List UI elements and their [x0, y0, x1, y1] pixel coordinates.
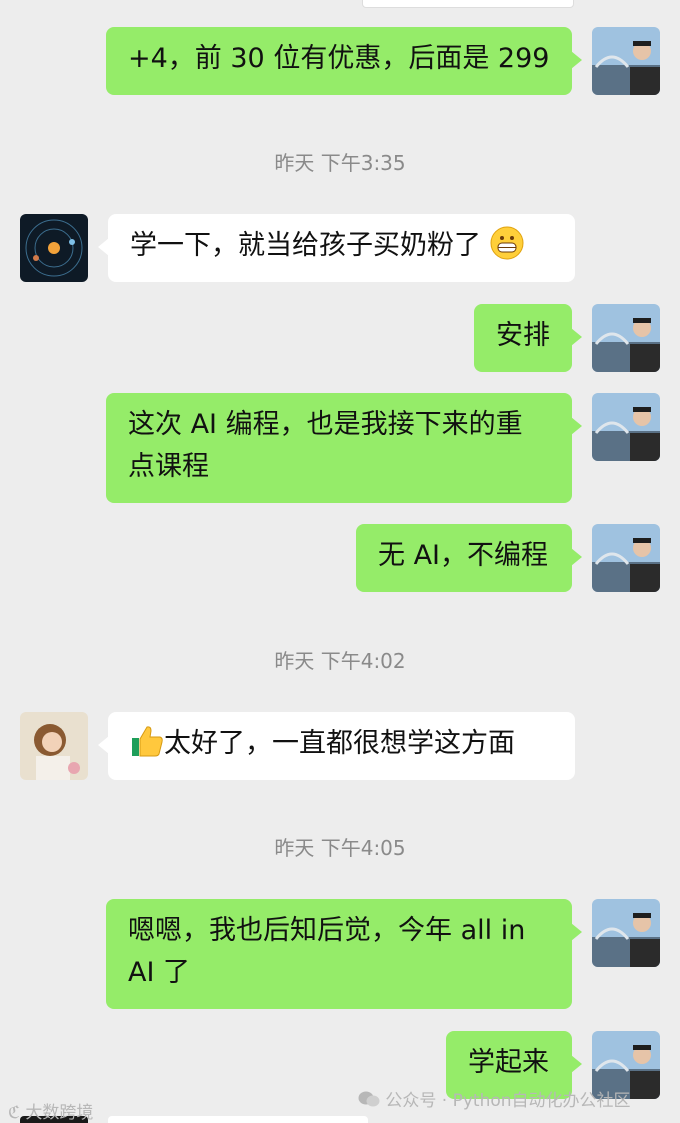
message-text: 学一下，就当给孩子买奶粉了	[130, 230, 481, 261]
chat-bubble-incoming[interactable]: 学一下，就当给孩子买奶粉了	[98, 214, 575, 282]
message-text: 学起来	[468, 1047, 549, 1078]
wechat-official-account-icon	[358, 1091, 385, 1111]
message-text-line: AI 了	[128, 957, 191, 988]
watermark-right-text: 公众号 · Python自动化办公社区	[385, 1091, 631, 1111]
user-photo-icon	[592, 524, 660, 592]
user-photo-icon	[592, 899, 660, 967]
my-avatar[interactable]	[592, 899, 660, 967]
message-text: 无 AI，不编程	[378, 540, 549, 571]
grinning-face-emoji	[490, 226, 524, 260]
my-avatar[interactable]	[592, 304, 660, 372]
message-text: 太好了，一直都很想学这方面	[164, 728, 515, 759]
my-avatar[interactable]	[592, 393, 660, 461]
contact-avatar-girl[interactable]	[20, 712, 88, 780]
user-photo-icon	[592, 304, 660, 372]
watermark-right: 公众号 · Python自动化办公社区	[358, 1086, 631, 1111]
chat-bubble-outgoing[interactable]: 这次 AI 编程，也是我接下来的重 点课程	[106, 393, 582, 503]
user-photo-icon	[592, 393, 660, 461]
timestamp: 昨天 下午4:05	[274, 836, 406, 860]
user-photo-icon	[592, 27, 660, 95]
timestamp: 昨天 下午4:02	[274, 649, 406, 673]
message-text: 安排	[496, 320, 550, 351]
solar-system-icon	[20, 214, 88, 282]
timestamp: 昨天 下午3:35	[274, 151, 406, 175]
my-avatar[interactable]	[592, 27, 660, 95]
my-avatar[interactable]	[592, 524, 660, 592]
message-text-line: 这次 AI 编程，也是我接下来的重	[128, 409, 523, 440]
chat-bubble-outgoing[interactable]: 无 AI，不编程	[356, 524, 582, 592]
chat-bubble-outgoing[interactable]: 安排	[474, 304, 582, 372]
contact-avatar-planets[interactable]	[20, 214, 88, 282]
watermark-logo-icon: ℭ	[8, 1103, 20, 1123]
girl-portrait-icon	[20, 712, 88, 780]
message-text: +4，前 30 位有优惠，后面是 299	[128, 43, 550, 74]
chat-bubble-outgoing[interactable]: 嗯嗯，我也后知后觉，今年 all in AI 了	[106, 899, 582, 1009]
thumbs-up-emoji	[130, 724, 164, 758]
chat-bubble-incoming[interactable]: 太好了，一直都很想学这方面	[98, 712, 575, 780]
watermark-left: ℭ 大数跨境	[8, 1098, 93, 1123]
previous-message-edge	[362, 0, 574, 8]
next-message-edge	[108, 1116, 368, 1123]
watermark-left-text: 大数跨境	[25, 1103, 94, 1123]
message-text-line: 点课程	[128, 451, 209, 482]
message-text-line: 嗯嗯，我也后知后觉，今年 all in	[128, 915, 526, 946]
chat-bubble-outgoing[interactable]: +4，前 30 位有优惠，后面是 299	[106, 27, 582, 95]
